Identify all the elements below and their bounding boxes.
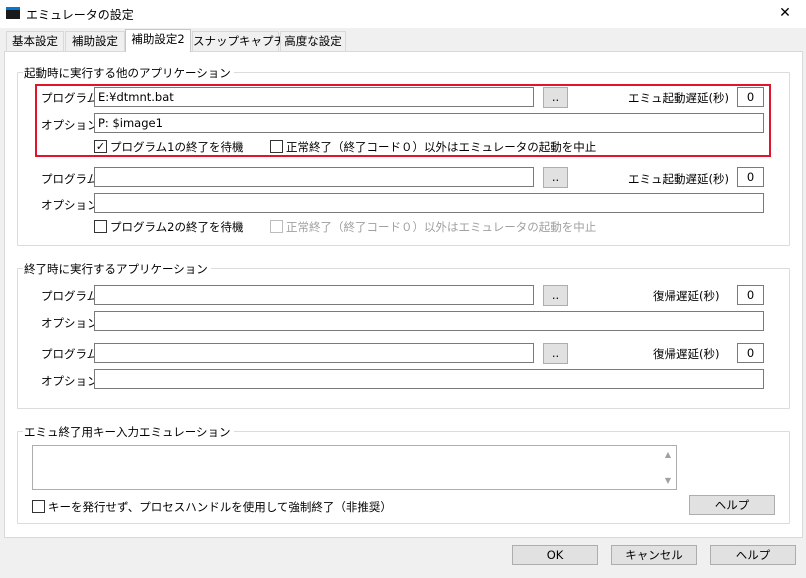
exit-delay2-input[interactable]: 0 — [737, 343, 764, 363]
exit-option2-input[interactable] — [94, 369, 764, 389]
key-emulation-textarea[interactable] — [32, 445, 677, 490]
close-icon[interactable]: ✕ — [774, 3, 796, 23]
tab-aux2[interactable]: 補助設定2 — [125, 29, 191, 52]
startup-abort1-label: 正常終了（終了コード０）以外はエミュレータの起動を中止 — [286, 140, 597, 154]
key-help-button[interactable]: ヘルプ — [689, 495, 775, 515]
scroll-down-icon[interactable]: ▼ — [662, 475, 674, 487]
startup-delay1-label: エミュ起動遅延(秒) — [628, 91, 729, 105]
exit-delay1-label: 復帰遅延(秒) — [653, 289, 720, 303]
tab-basic[interactable]: 基本設定 — [6, 31, 64, 51]
exit-program2-input[interactable] — [94, 343, 534, 363]
startup-program2-browse-button[interactable]: .. — [543, 167, 568, 188]
tab-aux[interactable]: 補助設定 — [65, 31, 125, 51]
startup-delay2-input[interactable]: 0 — [737, 167, 764, 187]
help-button[interactable]: ヘルプ — [710, 545, 796, 565]
startup-apps-group-label: 起動時に実行する他のアプリケーション — [23, 65, 234, 81]
startup-option1-input[interactable]: P: $image1 — [94, 113, 764, 133]
startup-delay2-label: エミュ起動遅延(秒) — [628, 172, 729, 186]
startup-delay1-input[interactable]: 0 — [737, 87, 764, 107]
startup-program1-input[interactable]: E:¥dtmnt.bat — [94, 87, 534, 107]
window-title: エミュレータの設定 — [26, 8, 134, 22]
app-icon — [6, 7, 20, 19]
exit-option1-input[interactable] — [94, 311, 764, 331]
startup-abort2-label: 正常終了（終了コード０）以外はエミュレータの起動を中止 — [286, 220, 597, 234]
key-emulation-group-label: エミュ終了用キー入力エミュレーション — [23, 424, 234, 440]
startup-option2-input[interactable] — [94, 193, 764, 213]
startup-abort1-checkbox[interactable] — [270, 140, 283, 153]
startup-wait2-checkbox[interactable] — [94, 220, 107, 233]
exit-program1-browse-button[interactable]: .. — [543, 285, 568, 306]
exit-apps-group-label: 終了時に実行するアプリケーション — [23, 261, 211, 277]
startup-program2-input[interactable] — [94, 167, 534, 187]
startup-wait1-label: プログラム1の終了を待機 — [110, 140, 244, 154]
startup-wait2-label: プログラム2の終了を待機 — [110, 220, 244, 234]
tab-snap-capture[interactable]: スナップキャプチャ — [192, 31, 296, 51]
startup-abort2-checkbox[interactable] — [270, 220, 283, 233]
force-kill-checkbox[interactable] — [32, 500, 45, 513]
scroll-up-icon[interactable]: ▲ — [662, 449, 674, 461]
startup-wait1-checkbox[interactable]: ✓ — [94, 140, 107, 153]
force-kill-label: キーを発行せず、プロセスハンドルを使用して強制終了（非推奨） — [48, 500, 392, 514]
exit-delay2-label: 復帰遅延(秒) — [653, 347, 720, 361]
exit-program1-input[interactable] — [94, 285, 534, 305]
cancel-button[interactable]: キャンセル — [611, 545, 697, 565]
exit-delay1-input[interactable]: 0 — [737, 285, 764, 305]
exit-program2-browse-button[interactable]: .. — [543, 343, 568, 364]
tab-advanced[interactable]: 高度な設定 — [280, 31, 346, 51]
startup-program1-browse-button[interactable]: .. — [543, 87, 568, 108]
ok-button[interactable]: OK — [512, 545, 598, 565]
